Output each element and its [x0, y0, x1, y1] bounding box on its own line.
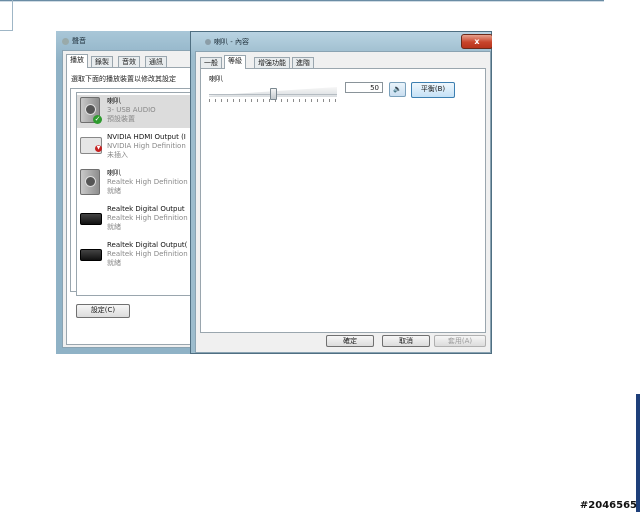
mute-button[interactable]: 🔈	[389, 82, 406, 97]
ok-button[interactable]: 確定	[326, 335, 374, 347]
configure-button[interactable]: 設定(C)	[76, 304, 130, 318]
screenshot: 聲音 播放 錄製 音效 通訊 選取下面的播放裝置以修改其設定 ✓ 喇叭 3- US…	[56, 31, 492, 354]
device-status: 就緒	[107, 187, 121, 195]
digital-output-icon	[80, 213, 102, 225]
properties-window-title: 喇叭 - 內容	[205, 37, 249, 47]
apply-button[interactable]: 套用(A)	[434, 335, 486, 347]
device-status: 未插入	[107, 151, 128, 159]
device-status: 就緒	[107, 259, 121, 267]
instruction-text: 選取下面的播放裝置以修改其設定	[71, 75, 176, 83]
speaker-level-group: 喇叭 50 🔈 平衡(B)	[207, 74, 479, 118]
speaker-volume-icon: 🔈	[393, 85, 402, 93]
device-name: 喇叭	[107, 97, 121, 105]
device-desc: Realtek High Definition	[107, 250, 188, 258]
device-name: Realtek Digital Output(	[107, 241, 188, 249]
device-status: 預設裝置	[107, 115, 135, 123]
volume-slider-thumb[interactable]	[269, 88, 277, 100]
speaker-properties-window: 喇叭 - 內容 x 一般 等級 增強功能 進階 喇叭 50 🔈 平衡(B) 確定	[190, 31, 492, 354]
device-status: 就緒	[107, 223, 121, 231]
top-divider	[0, 0, 604, 2]
device-desc: Realtek High Definition	[107, 214, 188, 222]
levels-panel: 喇叭 50 🔈 平衡(B)	[200, 68, 486, 333]
watermark-text: #2046565	[579, 500, 637, 511]
tab-levels[interactable]: 等級	[224, 55, 246, 69]
unplugged-icon: ▼	[95, 145, 102, 152]
device-name: NVIDIA HDMI Output (I	[107, 133, 186, 141]
device-desc: NVIDIA High Definition	[107, 142, 186, 150]
sound-icon	[62, 37, 69, 45]
default-check-icon: ✓	[93, 115, 102, 124]
cancel-button[interactable]: 取消	[382, 335, 430, 347]
digital-output-icon	[80, 249, 102, 261]
right-edge-bar	[636, 394, 640, 512]
volume-value-field[interactable]: 50	[345, 82, 383, 93]
close-button[interactable]: x	[461, 34, 492, 49]
speaker-icon	[80, 169, 100, 195]
device-desc: 3- USB AUDIO	[107, 106, 156, 114]
corner-frame	[0, 0, 13, 31]
tab-playback[interactable]: 播放	[66, 54, 88, 68]
balance-button[interactable]: 平衡(B)	[411, 82, 455, 98]
device-name: Realtek Digital Output	[107, 205, 185, 213]
properties-body: 一般 等級 增強功能 進階 喇叭 50 🔈 平衡(B) 確定 取消 套用(A)	[195, 51, 491, 353]
device-desc: Realtek High Definition	[107, 178, 188, 186]
level-label: 喇叭	[209, 75, 223, 83]
device-name: 喇叭	[107, 169, 121, 177]
speaker-icon	[205, 39, 211, 45]
sound-window-title: 聲音	[62, 36, 86, 46]
